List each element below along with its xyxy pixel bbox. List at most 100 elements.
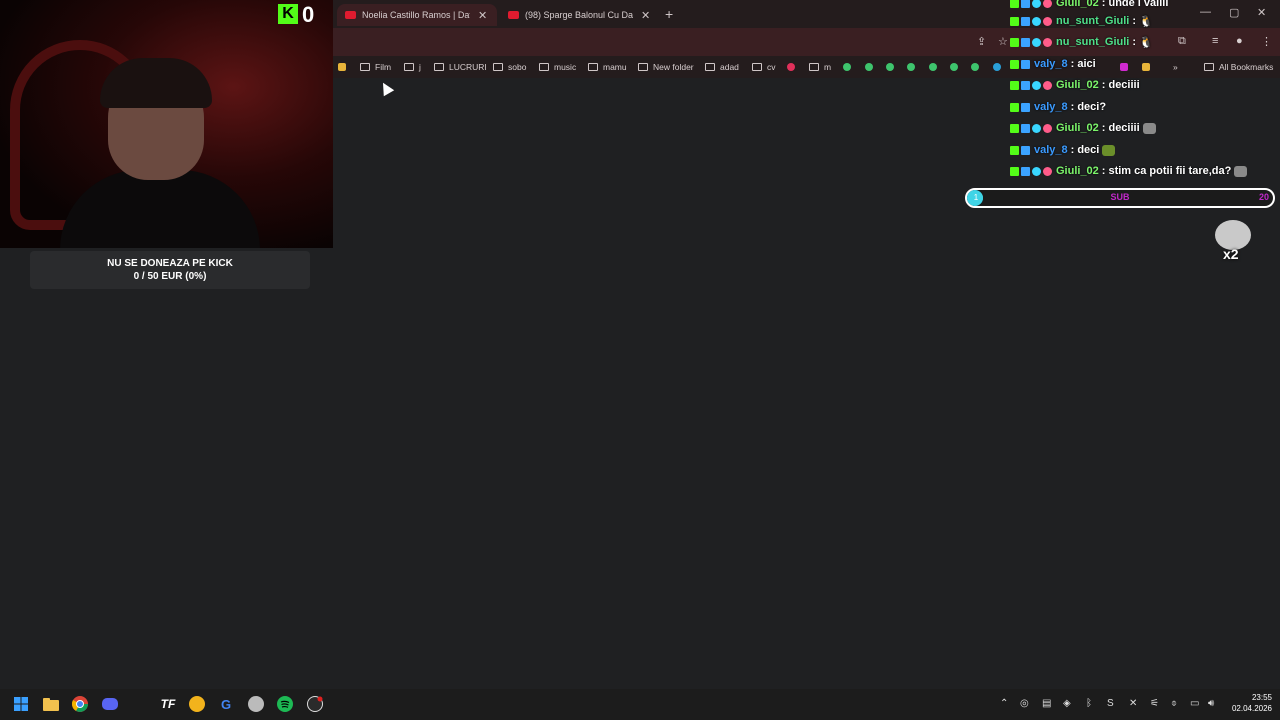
cat-emote: x2 [1213, 218, 1253, 264]
frog-emote-icon [1102, 144, 1116, 156]
all-bookmarks-button[interactable]: All Bookmarks [1204, 60, 1273, 74]
microphone-icon[interactable]: ⌽ [1171, 698, 1177, 709]
bookmark-sobo[interactable]: sobo [493, 60, 526, 74]
chat-message: Giuli_02: deciiii [1010, 77, 1140, 93]
extensions-icon[interactable]: ⧉ [1178, 35, 1186, 48]
chat-badge-icon [1021, 37, 1030, 47]
bookmark-new-folder[interactable]: New folder [638, 60, 694, 74]
chat-username[interactable]: valy_8 [1034, 101, 1068, 113]
tray-discord-icon[interactable]: ◈ [1063, 698, 1071, 709]
chat-message: Giuli_02: stim ca potii fii tare,da? [1010, 163, 1248, 179]
bookmark-favicon-icon[interactable] [886, 60, 894, 74]
chat-separator: : [1101, 122, 1106, 134]
tab-close-icon[interactable]: ✕ [478, 9, 487, 22]
chat-username[interactable]: valy_8 [1034, 144, 1068, 156]
tab-title: Noelia Castillo Ramos | Dată în [362, 10, 470, 20]
chat-badge-icon [1032, 166, 1041, 176]
tab-close-icon[interactable]: ✕ [641, 9, 650, 22]
chat-username[interactable]: Giuli_02 [1056, 122, 1099, 134]
tf-app-icon[interactable]: TF [160, 696, 176, 712]
bookmark-adad[interactable]: adad [705, 60, 739, 74]
chat-username[interactable]: Giuli_02 [1056, 0, 1099, 9]
youtube-icon [508, 11, 519, 19]
bookmark-favicon-icon[interactable] [1142, 60, 1150, 74]
bookmark-favicon-icon[interactable] [865, 60, 873, 74]
chat-badge-icon [1043, 123, 1052, 133]
bookmark-favicon-icon[interactable] [787, 60, 795, 74]
chat-separator: : [1070, 144, 1075, 156]
clock-time: 23:55 [1251, 693, 1272, 702]
folder-icon [752, 63, 762, 71]
bookmark-music[interactable]: music [539, 60, 576, 74]
chat-separator: : [1070, 58, 1075, 70]
chat-badge-icon [1021, 145, 1030, 155]
bookmark-cv[interactable]: cv [752, 60, 776, 74]
taskbar-clock[interactable]: 23:55 02.04.2026 [1226, 692, 1272, 714]
chat-badge-icon [1010, 166, 1019, 176]
bookmark-favicon-icon[interactable] [907, 60, 915, 74]
bookmark-star-icon[interactable]: ☆ [998, 35, 1008, 48]
bookmark-lucruri[interactable]: LUCRURI [434, 60, 487, 74]
bookmark-favicon-icon[interactable] [950, 60, 958, 74]
spotify-icon[interactable] [277, 696, 293, 712]
chat-username[interactable]: nu_sunt_Giuli [1056, 15, 1129, 27]
windows-start-icon[interactable] [13, 696, 29, 712]
bookmark-favicon-icon[interactable] [993, 60, 1001, 74]
chat-message: valy_8: deci [1010, 142, 1116, 158]
chat-username[interactable]: Giuli_02 [1056, 165, 1099, 177]
bookmark-favicon-icon[interactable] [929, 60, 937, 74]
chat-badge-icon [1021, 80, 1030, 90]
chat-username[interactable]: valy_8 [1034, 58, 1068, 70]
maximize-icon[interactable]: ▢ [1229, 6, 1239, 19]
profile-icon[interactable]: ● [1236, 35, 1243, 47]
bookmark-favicon-icon[interactable] [1120, 60, 1128, 74]
tab-inactive[interactable]: (98) Sparge Balonul Cu Davide... ✕ [500, 4, 660, 26]
obs-icon[interactable] [307, 696, 323, 712]
discord-icon[interactable] [102, 696, 118, 712]
chat-username[interactable]: Giuli_02 [1056, 79, 1099, 91]
bookmark-favicon-icon[interactable] [338, 60, 346, 74]
bookmark-favicon-icon[interactable] [971, 60, 979, 74]
network-icon[interactable]: ▭ [1190, 698, 1199, 709]
bookmarks-overflow-button[interactable]: » [1173, 60, 1178, 74]
chat-message-text: deci [1077, 144, 1100, 156]
folder-icon [1204, 63, 1214, 71]
menu-icon[interactable]: ⋮ [1261, 35, 1272, 48]
chat-separator: : [1070, 101, 1075, 113]
file-explorer-icon[interactable] [43, 696, 59, 712]
volume-icon[interactable]: 🔊︎ [1208, 698, 1214, 709]
bookmark-film[interactable]: Film [360, 60, 391, 74]
chat-username[interactable]: nu_sunt_Giuli [1056, 36, 1129, 48]
chat-badge-icon [1010, 37, 1019, 47]
google-icon[interactable]: G [218, 696, 234, 712]
tray-app-icon[interactable]: ▤ [1042, 698, 1051, 709]
tab-active[interactable]: Noelia Castillo Ramos | Dată în ✕ [337, 4, 497, 26]
tray-app-icon[interactable]: ◎ [1020, 698, 1029, 709]
tray-app-icon[interactable]: ⚟ [1150, 698, 1159, 709]
chat-badge-icon [1010, 123, 1019, 133]
chat-badge-icon [1021, 59, 1030, 69]
minimize-icon[interactable]: — [1200, 6, 1211, 18]
chat-message-text: deciiii [1108, 122, 1140, 134]
tab-title: (98) Sparge Balonul Cu Davide... [525, 10, 633, 20]
tray-app-icon[interactable]: ✕ [1129, 698, 1137, 709]
bookmark-m[interactable]: m [809, 60, 831, 74]
bookmark-j[interactable]: j [404, 60, 421, 74]
chat-message: valy_8: deci? [1010, 99, 1106, 115]
close-window-icon[interactable]: ✕ [1257, 6, 1266, 19]
folder-icon [588, 63, 598, 71]
bluetooth-icon[interactable]: ᛒ [1086, 698, 1092, 709]
game-app-icon[interactable] [248, 696, 264, 712]
tray-app-icon[interactable]: S [1107, 698, 1114, 709]
tab-search-icon[interactable]: ≡ [1212, 35, 1218, 47]
new-tab-button[interactable]: + [665, 6, 673, 22]
chrome-icon[interactable] [72, 696, 88, 712]
coin-app-icon[interactable] [189, 696, 205, 712]
tray-overflow-icon[interactable]: ⌃ [1000, 698, 1008, 709]
chat-badge-icon [1010, 16, 1019, 26]
cat-emote-icon [1142, 122, 1156, 134]
chat-badge-icon [1043, 16, 1052, 26]
bookmark-favicon-icon[interactable] [843, 60, 851, 74]
bookmark-mamu[interactable]: mamu [588, 60, 627, 74]
install-app-icon[interactable]: ⇪ [977, 35, 986, 48]
